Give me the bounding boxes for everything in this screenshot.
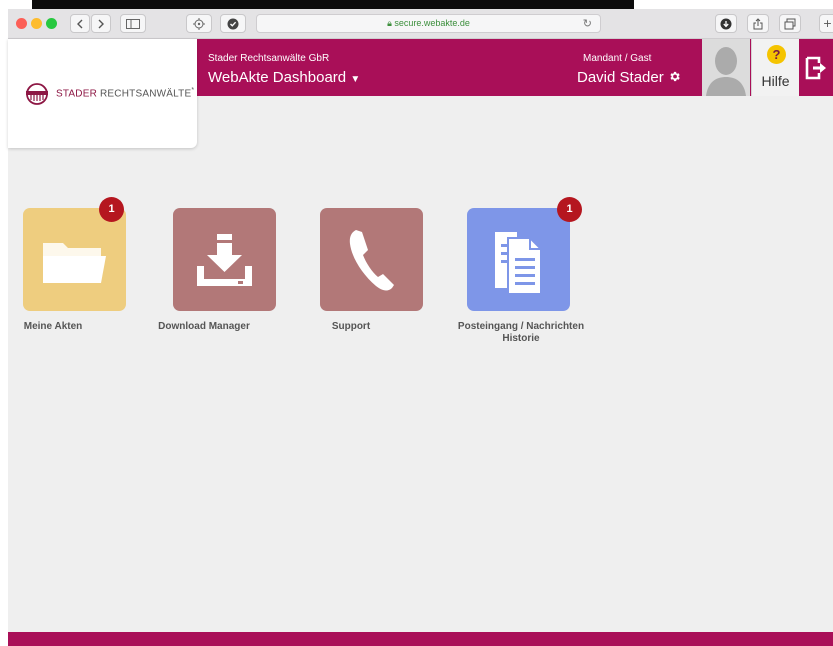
logout-icon[interactable] [805,56,829,80]
help-button[interactable]: ? Hilfe [751,39,799,96]
chevron-left-icon [77,19,83,28]
extension-button[interactable] [186,14,212,33]
help-label: Hilfe [761,73,790,89]
forward-button[interactable] [91,14,111,33]
back-button[interactable] [70,14,90,33]
folder-icon [43,243,106,283]
support-tile[interactable] [320,208,423,311]
dashboard-title: WebAkte Dashboard [208,69,347,86]
share-icon [753,17,763,29]
checkmark-shield-icon [227,18,239,29]
stader-logo-icon [26,83,48,105]
address-bar[interactable]: 🔒︎ secure.webakte.de ↻ [256,14,601,33]
dashboard-menu[interactable]: WebAkte Dashboard ▼ [208,69,360,86]
logo-rechtsanwaelte: RECHTSANWÄLTE [100,88,192,100]
mandant-label: Mandant / Gast [583,53,652,64]
browser-toolbar: 🔒︎ secure.webakte.de ↻ + [8,9,833,39]
avatar[interactable] [702,39,750,96]
reload-icon[interactable]: ↻ [583,17,592,30]
sidebar-icon [126,18,140,29]
user-silhouette-icon [702,39,750,96]
chevron-right-icon [98,19,104,28]
lock-icon: 🔒︎ [387,18,392,28]
tile-label: Meine Akten [23,321,83,332]
help-icon: ? [767,45,786,64]
logo-text: STADER RECHTSANWÄLTE* [56,87,194,99]
company-name: Stader Rechtsanwälte GbR [208,53,330,64]
new-tab-button[interactable]: + [819,14,833,33]
notification-badge: 1 [557,197,582,222]
documents-icon [495,232,542,295]
caret-down-icon: ▼ [350,74,361,85]
zoom-window-button[interactable] [46,18,57,29]
tile-label: Support [331,321,371,332]
user-name: David Stader [577,69,664,86]
logo-stader: STADER [56,88,98,100]
webakte-app: Stader Rechtsanwälte GbR WebAkte Dashboa… [8,39,833,646]
close-window-button[interactable] [16,18,27,29]
share-button[interactable] [747,14,769,33]
notification-badge: 1 [99,197,124,222]
url-text: 🔒︎ secure.webakte.de [257,18,600,29]
sidebar-toggle-button[interactable] [120,14,146,33]
crosshair-icon [193,17,205,30]
tabs-icon [784,18,796,29]
download-circle-icon [720,18,732,29]
phone-icon [349,230,394,291]
tabs-overview-button[interactable] [779,14,801,33]
minimize-window-button[interactable] [31,18,42,29]
tile-label: Download Manager [158,321,250,332]
user-menu[interactable]: David Stader [577,69,681,86]
app-footer [8,632,833,646]
logo-mark: * [191,87,195,94]
privacy-button[interactable] [220,14,246,33]
top-black-strip [32,0,634,9]
url-label: secure.webakte.de [394,18,470,28]
download-manager-tile[interactable] [173,208,276,311]
posteingang-tile[interactable] [467,208,570,311]
download-icon [197,234,252,286]
plus-icon: + [822,17,833,30]
meine-akten-tile[interactable] [23,208,126,311]
tile-label: Posteingang / Nachrichten Historie [457,321,585,344]
screen: 🔒︎ secure.webakte.de ↻ + Stader Rechtsan… [0,0,833,646]
logo-card[interactable]: STADER RECHTSANWÄLTE* [8,39,197,148]
downloads-button[interactable] [715,14,737,33]
gear-icon[interactable] [668,70,681,83]
